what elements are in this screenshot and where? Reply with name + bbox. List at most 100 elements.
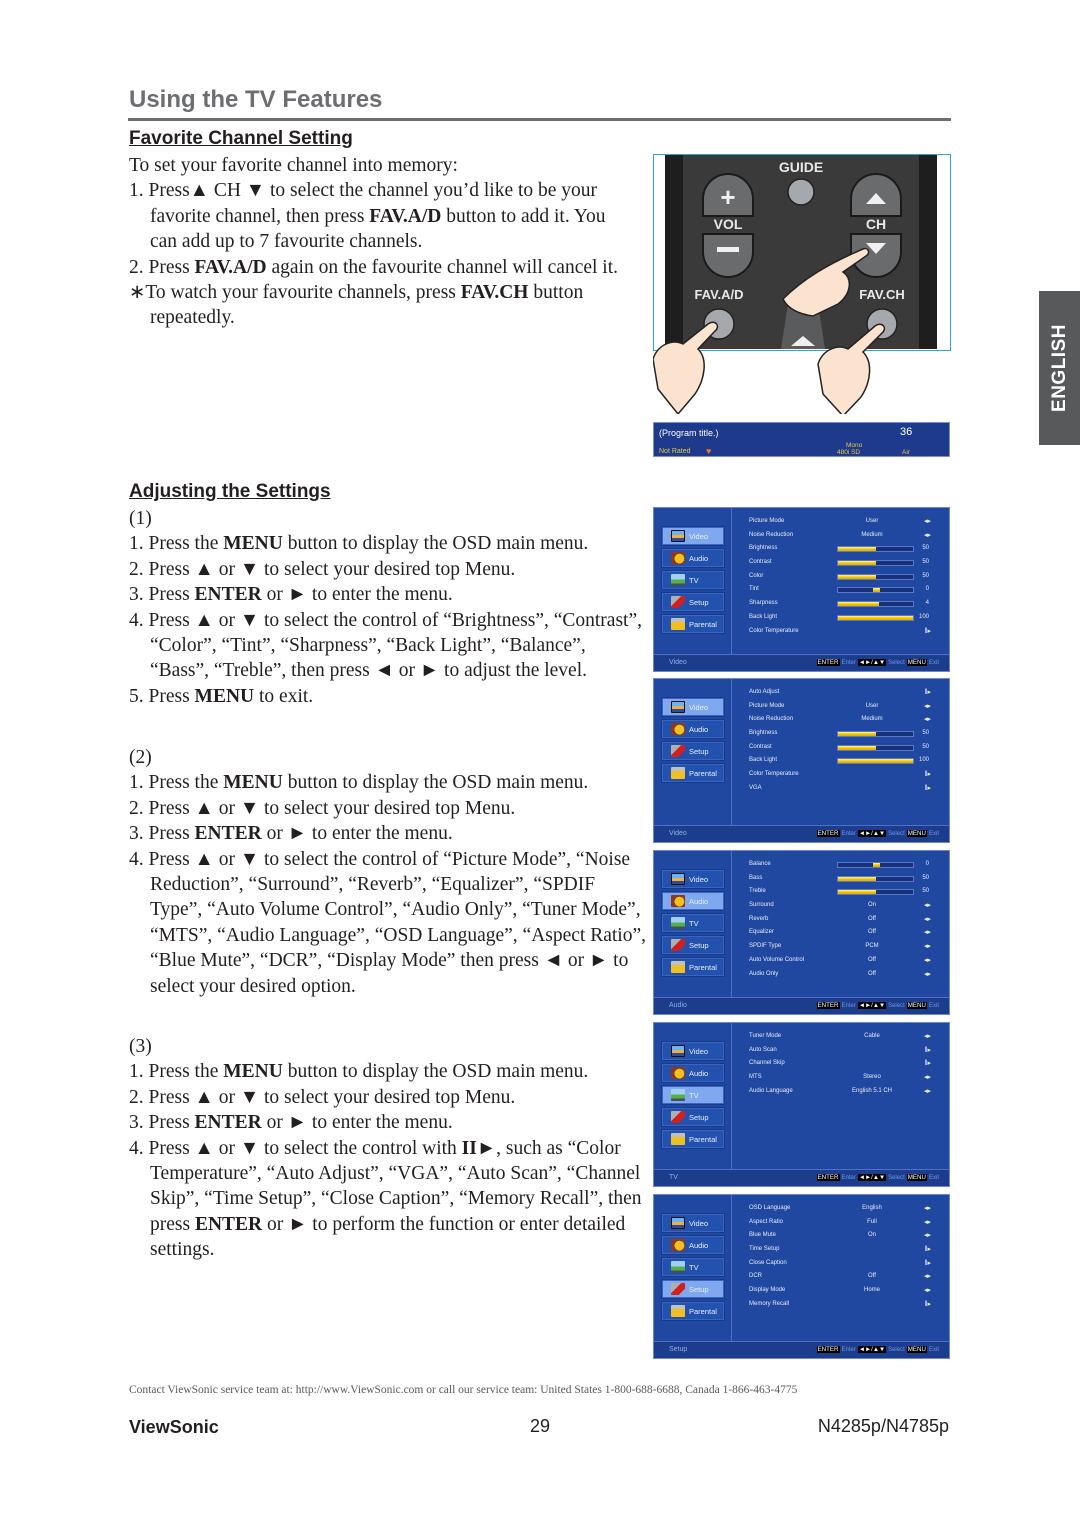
osd-row-aspect-ratio[interactable]: Aspect Ratio Full ◂▸: [749, 1217, 939, 1231]
osd-slider-track[interactable]: [837, 560, 914, 567]
osd-nav-audio[interactable]: Audio: [661, 891, 725, 911]
osd-nav-parental[interactable]: Parental: [661, 614, 725, 634]
osd-slider-fill: [838, 561, 876, 566]
osd-nav-setup[interactable]: Setup: [661, 1279, 725, 1299]
osd-row-sharpness[interactable]: Sharpness 4: [749, 598, 939, 612]
osd-row-noise-reduction[interactable]: Noise Reduction Medium ◂▸: [749, 714, 939, 728]
osd-row-auto-volume-control[interactable]: Auto Volume Control Off ◂▸: [749, 955, 939, 969]
osd-slider-track[interactable]: [837, 587, 914, 594]
osd-row-spdif-type[interactable]: SPDIF Type PCM ◂▸: [749, 941, 939, 955]
osd-row-memory-recall[interactable]: Memory Recall ‖▸: [749, 1299, 939, 1313]
osd-row-color-temperature[interactable]: Color Temperature ‖▸: [749, 769, 939, 783]
tv-icon: [671, 1089, 685, 1101]
osd-row-audio-language[interactable]: Audio Language English 5.1 CH ◂▸: [749, 1086, 939, 1100]
osd-nav-video[interactable]: Video: [661, 526, 725, 546]
osd-row-back-light[interactable]: Back Light 100: [749, 612, 939, 626]
osd-slider-track[interactable]: [837, 875, 914, 882]
osd-row-name: Color: [749, 572, 764, 579]
osd-row-treble[interactable]: Treble 50: [749, 886, 939, 900]
osd-nav-audio[interactable]: Audio: [661, 719, 725, 739]
osd-nav-audio[interactable]: Audio: [661, 548, 725, 568]
osd-nav-parental[interactable]: Parental: [661, 763, 725, 783]
osd-section-name: TV: [669, 1174, 678, 1181]
osd-slider-value: 4: [925, 600, 929, 607]
osd-nav-parental[interactable]: Parental: [661, 1129, 725, 1149]
osd-nav-video[interactable]: Video: [661, 1041, 725, 1061]
osd-row-contrast[interactable]: Contrast 50: [749, 557, 939, 571]
osd-row-display-mode[interactable]: Display Mode Home ◂▸: [749, 1285, 939, 1299]
osd-row-dcr[interactable]: DCR Off ◂▸: [749, 1271, 939, 1285]
osd-row-contrast[interactable]: Contrast 50: [749, 742, 939, 756]
osd-nav-setup[interactable]: Setup: [661, 935, 725, 955]
page-title: Using the TV Features: [129, 86, 383, 113]
osd-slider-value: 100: [918, 613, 929, 620]
osd-slider-fill: [838, 732, 876, 737]
osd-slider-track[interactable]: [837, 573, 914, 580]
osd-nav-video[interactable]: Video: [661, 869, 725, 889]
osd-nav-video[interactable]: Video: [661, 1213, 725, 1233]
osd-slider-track[interactable]: [837, 614, 914, 621]
osd-row-equalizer[interactable]: Equalizer Off ◂▸: [749, 927, 939, 941]
osd-row-color-temperature[interactable]: Color Temperature ‖▸: [749, 626, 939, 640]
osd-row-mts[interactable]: MTS Stereo ◂▸: [749, 1072, 939, 1086]
osd-footer: Video ENTER Enter ◄►/▲▼ Select MENU Exit: [654, 654, 949, 671]
osd-slider-track[interactable]: [837, 731, 914, 738]
osd-row-audio-only[interactable]: Audio Only Off ◂▸: [749, 969, 939, 983]
osd-slider-value: 50: [922, 559, 929, 566]
osd-nav-setup[interactable]: Setup: [661, 1107, 725, 1127]
osd-nav-audio[interactable]: Audio: [661, 1063, 725, 1083]
osd-row-value: Full: [867, 1218, 877, 1225]
osd-slider-track[interactable]: [837, 889, 914, 896]
osd-nav-tv[interactable]: TV: [661, 570, 725, 590]
ch-label: CH: [866, 216, 886, 232]
osd-row-brightness[interactable]: Brightness 50: [749, 728, 939, 742]
osd-nav-audio[interactable]: Audio: [661, 1235, 725, 1255]
osd-row-vga[interactable]: VGA ‖▸: [749, 783, 939, 797]
osd-nav-setup[interactable]: Setup: [661, 592, 725, 612]
parental-icon: [671, 961, 685, 973]
osd-row-back-light[interactable]: Back Light 100: [749, 755, 939, 769]
osd-row-close-caption[interactable]: Close Caption ‖▸: [749, 1258, 939, 1272]
osd-row-surround[interactable]: Surround On ◂▸: [749, 900, 939, 914]
enter-submenu-icon: ‖▸: [924, 771, 931, 779]
osd-nav-label: Audio: [689, 1240, 709, 1250]
osd-nav-parental[interactable]: Parental: [661, 957, 725, 977]
part-1-step-5: 5. Press MENU to exit.: [129, 685, 314, 707]
osd-row-picture-mode[interactable]: Picture Mode User ◂▸: [749, 516, 939, 530]
osd-row-osd-language[interactable]: OSD Language English ◂▸: [749, 1203, 939, 1217]
osd-slider-track[interactable]: [837, 546, 914, 553]
osd-slider-track[interactable]: [837, 601, 914, 608]
osd-row-time-setup[interactable]: Time Setup ‖▸: [749, 1244, 939, 1258]
osd-row-color[interactable]: Color 50: [749, 571, 939, 585]
osd-row-bass[interactable]: Bass 50: [749, 873, 939, 887]
osd-slider-track[interactable]: [837, 758, 914, 765]
osd-row-brightness[interactable]: Brightness 50: [749, 543, 939, 557]
osd-nav-video[interactable]: Video: [661, 697, 725, 717]
osd-row-picture-mode[interactable]: Picture Mode User ◂▸: [749, 701, 939, 715]
osd-row-noise-reduction[interactable]: Noise Reduction Medium ◂▸: [749, 530, 939, 544]
menu-key-badge: MENU: [906, 1002, 927, 1009]
video-icon: [671, 1045, 685, 1057]
osd-slider-track[interactable]: [837, 862, 914, 868]
left-right-arrows-icon: ◂▸: [923, 1218, 931, 1226]
osd-nav-tv[interactable]: TV: [661, 1257, 725, 1277]
osd-row-reverb[interactable]: Reverb Off ◂▸: [749, 914, 939, 928]
osd-nav-parental[interactable]: Parental: [661, 1301, 725, 1321]
osd-menu-audio: Video Audio TV Setup Parental Balance 0 Bass 50 T…: [653, 850, 950, 1015]
osd-row-auto-adjust[interactable]: Auto Adjust ‖▸: [749, 687, 939, 701]
osd-row-balance[interactable]: Balance 0: [749, 859, 939, 873]
osd-nav-setup[interactable]: Setup: [661, 741, 725, 761]
osd-nav-tv[interactable]: TV: [661, 913, 725, 933]
osd-row-blue-mute[interactable]: Blue Mute On ◂▸: [749, 1230, 939, 1244]
vol-down-button[interactable]: [702, 233, 754, 278]
osd-slider-track[interactable]: [837, 744, 914, 751]
osd-row-auto-scan[interactable]: Auto Scan ‖▸: [749, 1045, 939, 1059]
osd-row-value: English: [862, 1205, 882, 1211]
tv-icon: [671, 574, 685, 586]
guide-button[interactable]: [787, 178, 815, 206]
osd-row-channel-skip[interactable]: Channel Skip ‖▸: [749, 1058, 939, 1072]
osd-nav-tv[interactable]: TV: [661, 1085, 725, 1105]
osd-row-name: Tuner Mode: [749, 1033, 782, 1039]
osd-row-tint[interactable]: Tint 0: [749, 584, 939, 598]
osd-row-tuner-mode[interactable]: Tuner Mode Cable ◂▸: [749, 1031, 939, 1045]
